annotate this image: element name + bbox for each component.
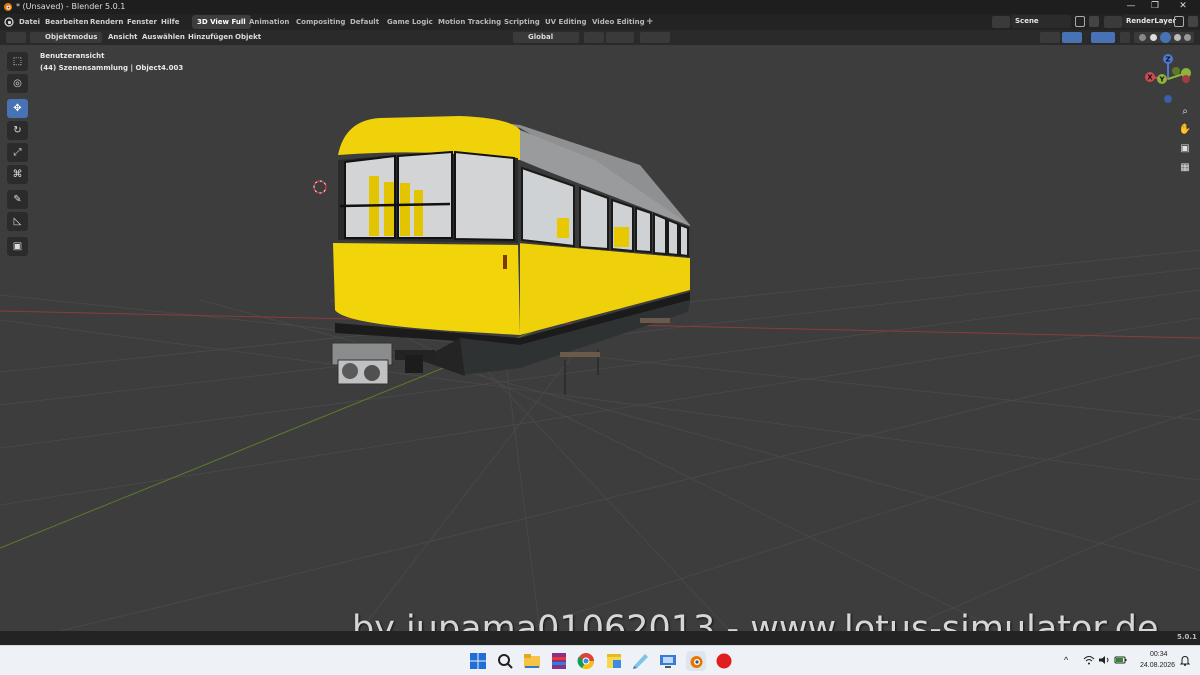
battery-icon[interactable] [1114,655,1128,665]
menu-hilfe[interactable]: Hilfe [161,14,179,30]
maximize-button[interactable]: ❐ [1144,0,1166,14]
blender-menu-icon[interactable] [4,17,14,27]
close-button[interactable]: ✕ [1172,0,1194,14]
collection-info-label: (44) Szenensammlung | Object4.003 [40,64,184,72]
pivot-point-icon[interactable] [584,32,604,43]
camera-view-icon[interactable]: ▣ [1176,141,1194,157]
clock-time[interactable]: 00:34 [1150,651,1168,658]
transform-orientation-label: Global [528,33,554,41]
sticky-notes-app[interactable] [604,651,624,671]
clock-date[interactable]: 24.08.2026 [1140,662,1175,669]
tab-uv-editing[interactable]: UV Editing [540,15,591,29]
cursor-tool[interactable]: ◎ [7,74,28,93]
start-button[interactable] [468,651,488,671]
view-name-label: Benutzeransicht [40,52,105,60]
version-label: 5.0.1 [1177,633,1197,641]
tram-model[interactable] [331,116,690,395]
notification-bell-icon[interactable] [1180,655,1190,666]
topbar: Datei Bearbeiten Rendern Fenster Hilfe 3… [0,14,1200,30]
tab-compositing[interactable]: Compositing [291,15,350,29]
measure-tool[interactable]: ◺ [7,212,28,231]
navigation-gizmo[interactable]: Z X Y [1140,51,1196,107]
xray-icon[interactable] [1120,32,1130,43]
menu-bearbeiten[interactable]: Bearbeiten [45,14,89,30]
blender-app[interactable] [686,651,706,671]
tray-chevron-icon[interactable]: ^ [1064,655,1068,665]
select-box-tool[interactable]: ⬚ [7,52,28,71]
new-view-layer-icon[interactable] [1174,16,1184,27]
window-title: * (Unsaved) - Blender 5.0.1 [16,2,126,11]
winrar-app[interactable] [549,651,569,671]
minimize-button[interactable]: — [1120,0,1142,14]
zoom-icon[interactable]: ⌕ [1176,104,1194,120]
transform-tool[interactable]: ⌘ [7,165,28,184]
tab-scripting[interactable]: Scripting [499,15,545,29]
menu-hinzufuegen[interactable]: Hinzufügen [188,30,233,45]
windows-taskbar: ^ 00:34 24.08.2026 [0,645,1200,675]
file-explorer-app[interactable] [522,651,542,671]
viewport-header: Objektmodus Ansicht Auswählen Hinzufügen… [0,30,1200,45]
tab-motion-tracking[interactable]: Motion Tracking [433,15,506,29]
move-tool[interactable]: ✥ [7,99,28,118]
menu-rendern[interactable]: Rendern [90,14,123,30]
add-workspace-button[interactable]: + [641,15,659,29]
window-titlebar: * (Unsaved) - Blender 5.0.1 — ❐ ✕ [0,0,1200,14]
menu-objekt[interactable]: Objekt [235,30,261,45]
record-app[interactable] [714,651,734,671]
gizmo-z-label: Z [1165,56,1170,64]
wifi-icon[interactable] [1083,655,1095,665]
proportional-editing-icon[interactable] [640,32,670,43]
rendered-shading-icon[interactable] [1174,34,1181,41]
rotate-tool[interactable]: ↻ [7,121,28,140]
tab-game-logic[interactable]: Game Logic [382,15,438,29]
pan-hand-icon[interactable]: ✋ [1176,122,1194,138]
menu-datei[interactable]: Datei [19,14,40,30]
gizmo-toggle-icon[interactable] [1062,32,1082,43]
material-shading-icon[interactable] [1160,32,1171,43]
menu-fenster[interactable]: Fenster [127,14,157,30]
solid-shading-icon[interactable] [1150,34,1157,41]
scale-tool[interactable]: ⤢ [7,143,28,162]
wireframe-shading-icon[interactable] [1139,34,1146,41]
paint-app[interactable] [631,651,651,671]
search-button[interactable] [495,651,515,671]
scene-icon[interactable] [992,16,1010,28]
shading-options-icon[interactable] [1184,34,1191,41]
viewport-scene [0,116,1200,631]
mode-label: Objektmodus [45,33,98,41]
render-layer-field[interactable]: RenderLayer [1122,15,1176,28]
system-info-app[interactable] [658,651,678,671]
menu-auswaehlen[interactable]: Auswählen [142,30,185,45]
ortho-grid-icon[interactable]: ▦ [1176,160,1194,176]
tab-animation[interactable]: Animation [244,15,294,29]
new-scene-icon[interactable] [1075,16,1085,27]
snap-icon[interactable] [606,32,634,43]
add-cube-tool[interactable]: ▣ [7,237,28,256]
tab-default[interactable]: Default [345,15,384,29]
delete-scene-icon[interactable] [1089,16,1099,27]
volume-icon[interactable] [1098,655,1110,665]
3d-viewport[interactable]: Benutzeransicht (44) Szenensammlung | Ob… [0,45,1200,631]
menu-ansicht[interactable]: Ansicht [108,30,137,45]
status-bar: 5.0.1 [0,631,1200,645]
gizmo-y-label: Y [1158,76,1165,84]
delete-view-layer-icon[interactable] [1188,16,1198,27]
tab-3d-view-full[interactable]: 3D View Full [192,15,251,29]
blender-logo-icon [4,3,12,11]
scene-field[interactable]: Scene [1011,15,1071,28]
chrome-app[interactable] [576,651,596,671]
overlay-toggle-icon[interactable] [1091,32,1115,43]
3d-cursor-icon[interactable] [313,180,327,194]
editor-type-icon[interactable] [6,32,26,43]
visibility-icon[interactable] [1040,32,1060,43]
annotate-tool[interactable]: ✎ [7,190,28,209]
view-layer-icon[interactable] [1104,16,1122,28]
gizmo-x-label: X [1147,74,1153,82]
